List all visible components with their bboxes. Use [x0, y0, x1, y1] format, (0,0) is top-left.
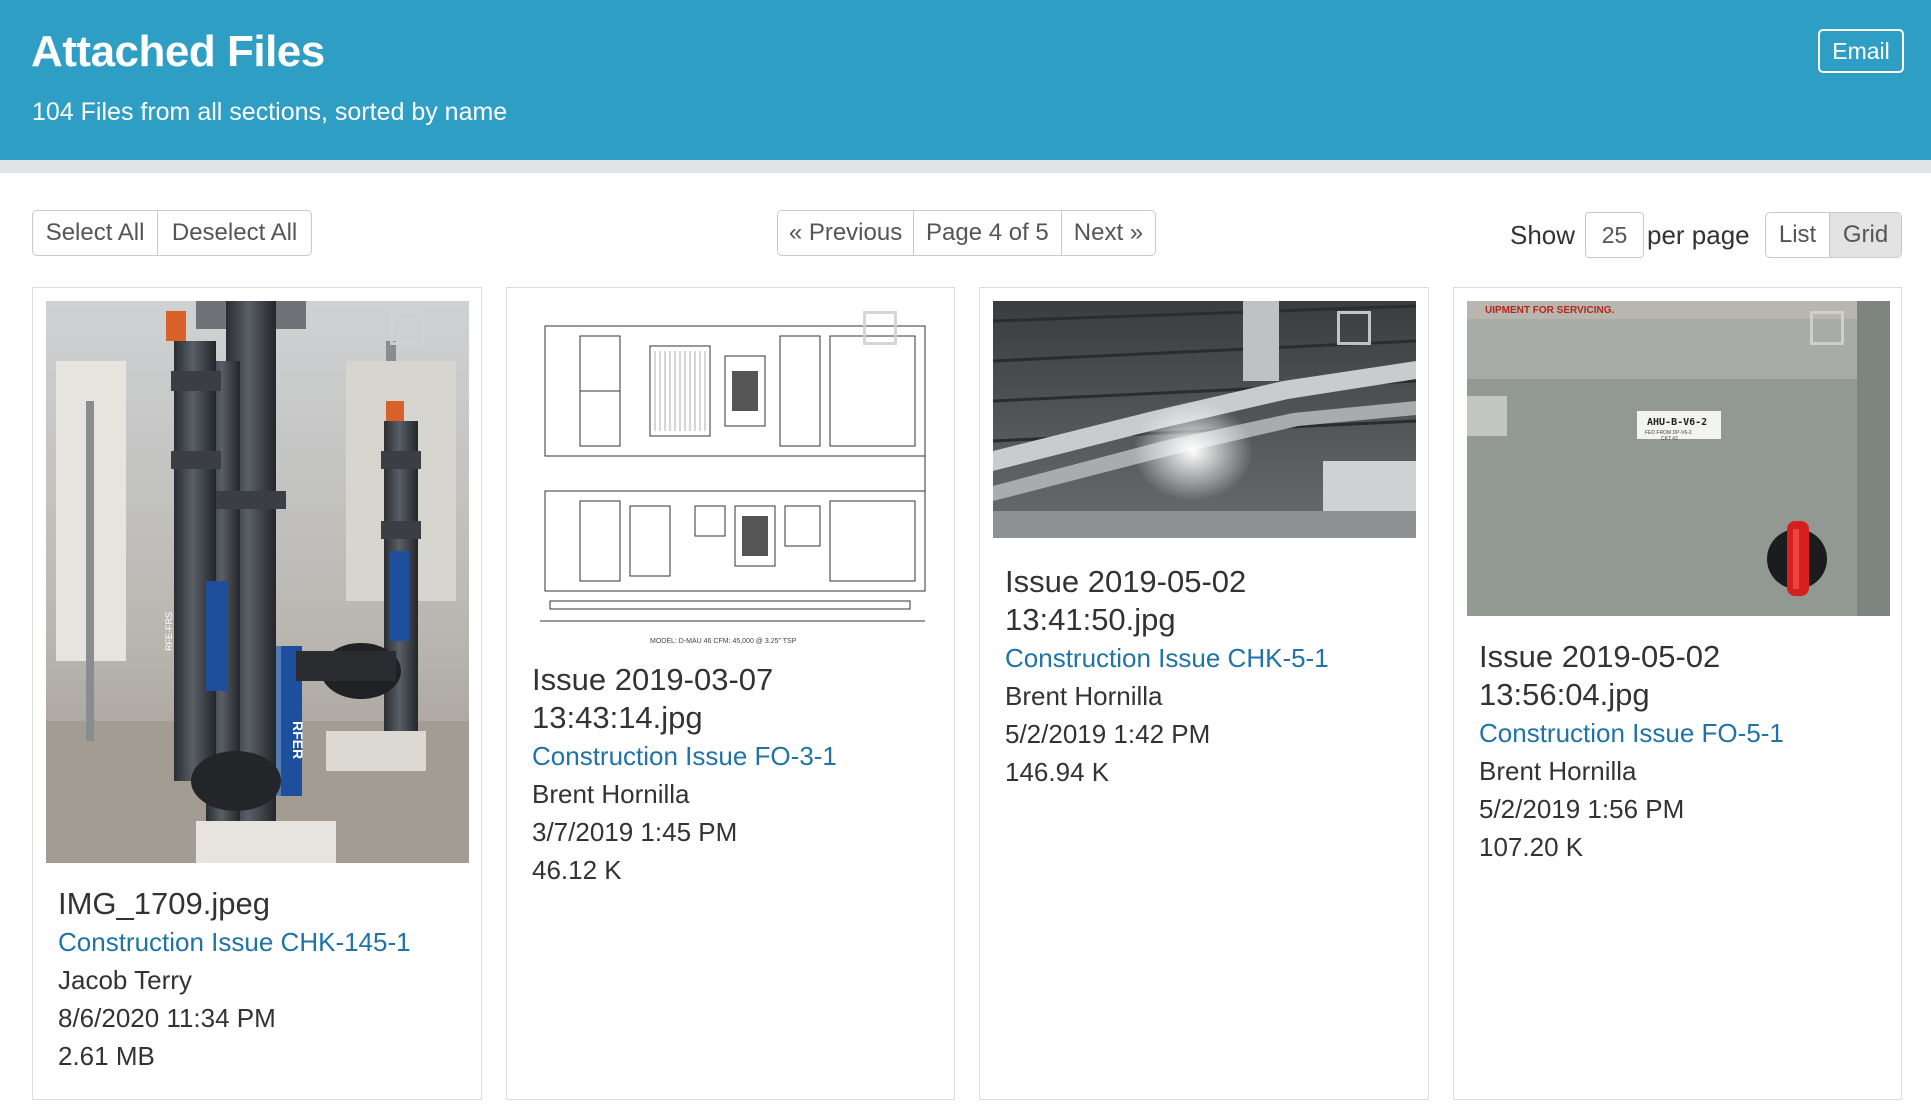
file-meta: Issue 2019-03-07 13:43:14.jpg Constructi… [532, 661, 944, 889]
equipment-tag-sub2: CKT #2 [1661, 436, 1678, 442]
page-title: Attached Files [31, 27, 325, 76]
file-author: Jacob Terry [58, 965, 192, 995]
previous-page-button[interactable]: « Previous [778, 211, 914, 255]
file-name: Issue 2019-05-02 13:56:04.jpg [1479, 639, 1721, 712]
file-date: 8/6/2020 11:34 PM [58, 1003, 276, 1033]
file-name: IMG_1709.jpeg [58, 886, 270, 921]
file-select-checkbox[interactable] [1810, 311, 1844, 345]
file-card[interactable]: MODEL: D-MAU 46 CFM: 45,000 @ 3.25" TSP … [506, 287, 955, 1100]
file-select-checkbox[interactable] [863, 311, 897, 345]
show-label: Show [1510, 220, 1576, 250]
issue-link[interactable]: Construction Issue CHK-145-1 [58, 923, 471, 961]
issue-link[interactable]: Construction Issue FO-3-1 [532, 737, 944, 775]
file-size: 107.20 K [1479, 832, 1584, 862]
page-status: Page 4 of 5 [914, 211, 1062, 255]
file-author: Brent Hornilla [1005, 681, 1163, 711]
file-size: 2.61 MB [58, 1041, 155, 1071]
pipe-label-text: RFER [290, 721, 306, 759]
grid-view-button[interactable]: Grid [1830, 213, 1901, 257]
pagination: « Previous Page 4 of 5 Next » [777, 210, 1156, 256]
per-page-label: per page [1647, 220, 1750, 250]
file-card[interactable]: RFER RFE-FRS IMG_1709.jpeg Construction … [32, 287, 482, 1100]
file-size: 46.12 K [532, 855, 622, 885]
file-date: 5/2/2019 1:42 PM [1005, 719, 1211, 749]
file-thumbnail[interactable]: RFER RFE-FRS [46, 301, 469, 863]
deselect-all-button[interactable]: Deselect All [158, 211, 311, 255]
file-author: Brent Hornilla [1479, 756, 1637, 786]
file-size: 146.94 K [1005, 757, 1110, 787]
file-name: Issue 2019-05-02 13:41:50.jpg [1005, 564, 1247, 637]
issue-link[interactable]: Construction Issue CHK-5-1 [1005, 639, 1418, 677]
file-card[interactable]: UIPMENT FOR SERVICING. AHU-B-V6-2 FED FR… [1453, 287, 1902, 1100]
file-meta: Issue 2019-05-02 13:56:04.jpg Constructi… [1479, 638, 1891, 866]
selection-button-group: Select All Deselect All [32, 210, 312, 256]
file-card[interactable]: Issue 2019-05-02 13:41:50.jpg Constructi… [979, 287, 1429, 1100]
next-page-button[interactable]: Next » [1062, 211, 1155, 255]
file-meta: IMG_1709.jpeg Construction Issue CHK-145… [58, 885, 471, 1075]
pipes-photo-image: RFER RFE-FRS [46, 301, 469, 863]
file-thumbnail[interactable]: UIPMENT FOR SERVICING. AHU-B-V6-2 FED FR… [1467, 301, 1890, 616]
drawing-thumbnail-image: MODEL: D-MAU 46 CFM: 45,000 @ 3.25" TSP [540, 325, 926, 645]
file-select-checkbox[interactable] [1337, 311, 1371, 345]
select-all-button[interactable]: Select All [33, 211, 159, 255]
thumb-top-text: UIPMENT FOR SERVICING. [1485, 305, 1614, 316]
equipment-photo-image: UIPMENT FOR SERVICING. AHU-B-V6-2 FED FR… [1467, 301, 1890, 616]
list-view-button[interactable]: List [1766, 213, 1831, 257]
header-divider [0, 160, 1931, 173]
page-subtitle: 104 Files from all sections, sorted by n… [32, 98, 508, 126]
email-button[interactable]: Email [1818, 29, 1904, 73]
file-thumbnail[interactable]: MODEL: D-MAU 46 CFM: 45,000 @ 3.25" TSP [520, 301, 943, 651]
view-toggle: List Grid [1765, 212, 1902, 258]
drawing-model-text: MODEL: D-MAU 46 CFM: 45,000 @ 3.25" TSP [650, 638, 797, 645]
per-page-input[interactable] [1585, 212, 1644, 258]
file-author: Brent Hornilla [532, 779, 690, 809]
pipe-label-small-text: RFE-FRS [164, 612, 174, 651]
page-header: Attached Files 104 Files from all sectio… [0, 0, 1931, 160]
file-meta: Issue 2019-05-02 13:41:50.jpg Constructi… [1005, 563, 1418, 791]
file-name: Issue 2019-03-07 13:43:14.jpg [532, 662, 774, 735]
equipment-tag-text: AHU-B-V6-2 [1647, 417, 1707, 428]
file-select-checkbox[interactable] [390, 311, 424, 345]
issue-link[interactable]: Construction Issue FO-5-1 [1479, 714, 1891, 752]
file-date: 5/2/2019 1:56 PM [1479, 794, 1685, 824]
file-date: 3/7/2019 1:45 PM [532, 817, 738, 847]
